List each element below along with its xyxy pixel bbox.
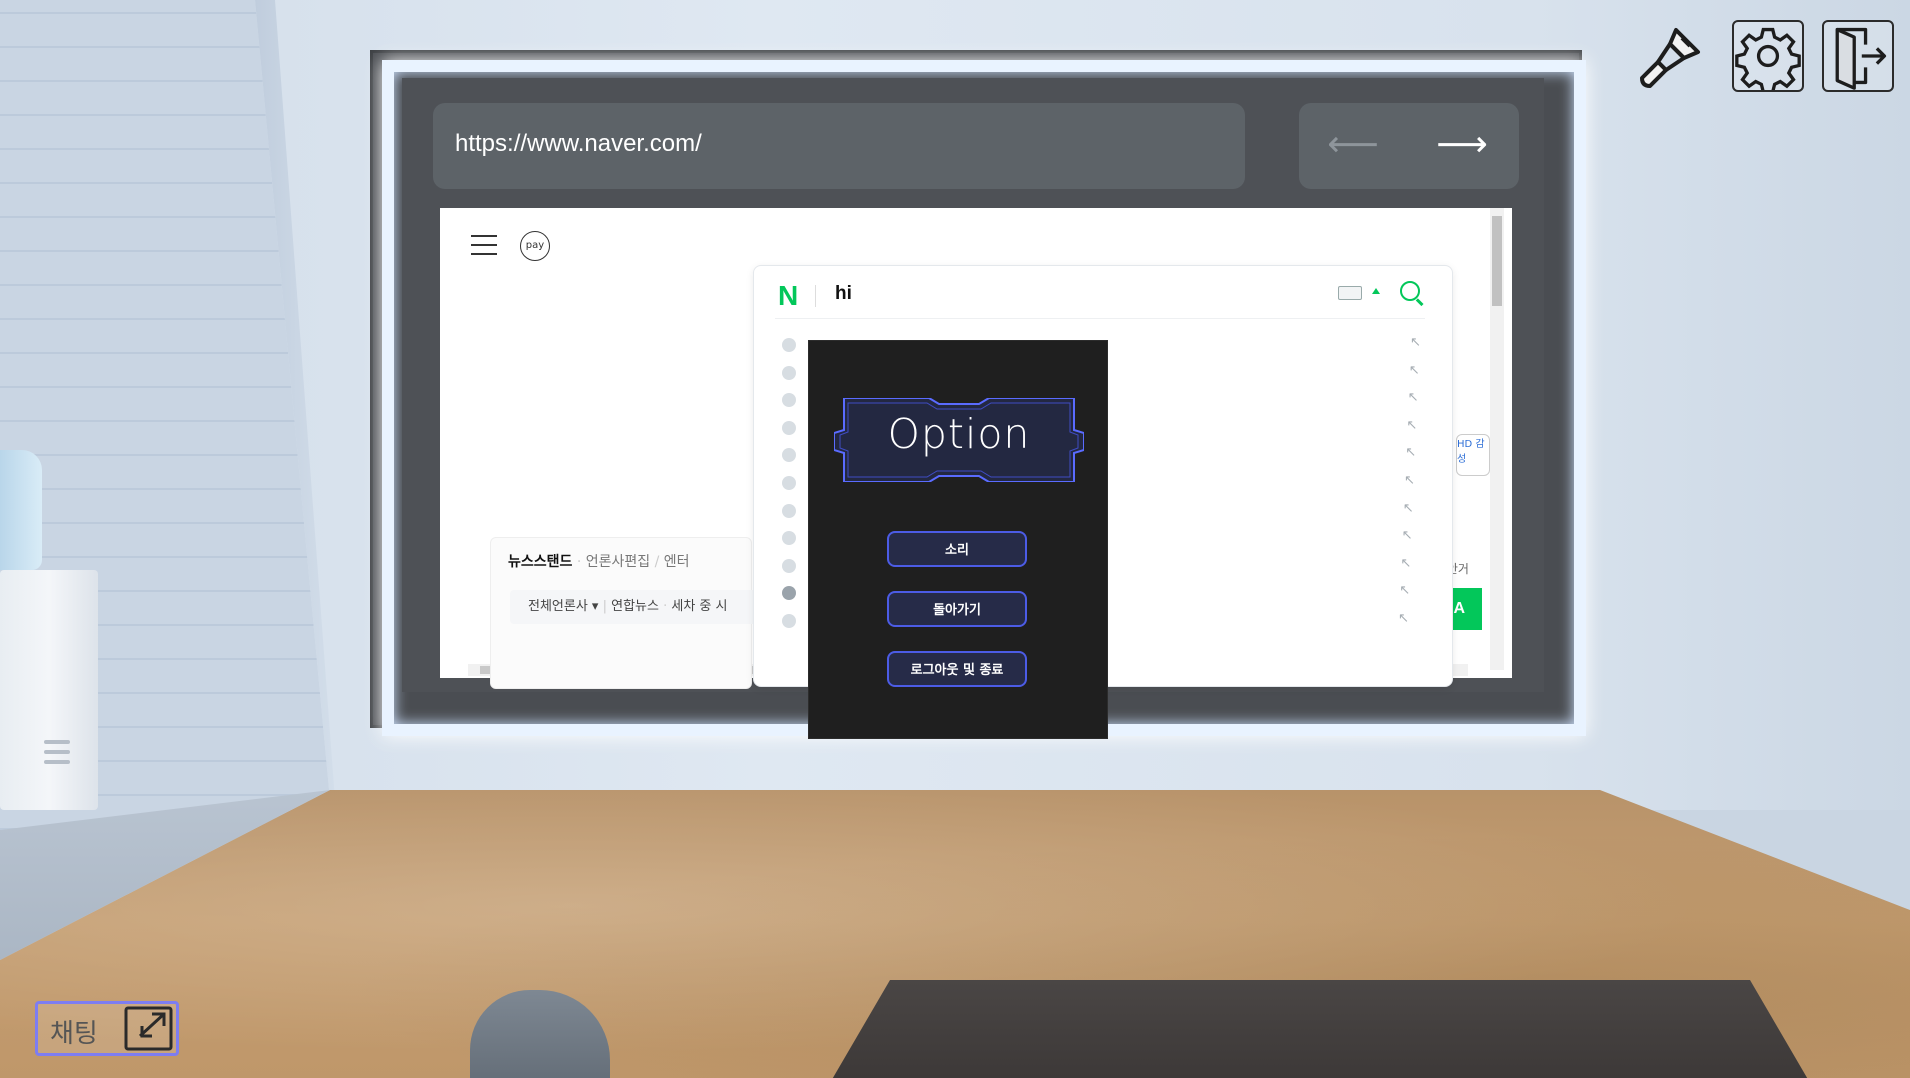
suggestion-search-icon	[782, 614, 796, 628]
gear-icon	[1735, 27, 1801, 94]
suggestion-search-icon	[782, 558, 796, 573]
keyboard-icon[interactable]	[1338, 286, 1362, 300]
caret-up-icon[interactable]	[1372, 288, 1380, 294]
suggestion-search-icon	[782, 420, 796, 435]
cooler-vent	[44, 750, 70, 754]
cooler-vent	[44, 760, 70, 764]
expand-arrow-icon[interactable]	[124, 1006, 173, 1051]
search-input[interactable]: hi	[835, 283, 852, 305]
suggestion-fill-arrow-icon[interactable]: ↖	[1404, 473, 1415, 488]
url-text[interactable]: https://www.naver.com/	[455, 130, 702, 158]
exit-button[interactable]	[1822, 20, 1894, 92]
suggestion-fill-arrow-icon[interactable]: ↖	[1410, 335, 1421, 350]
suggestion-fill-arrow-icon[interactable]: ↖	[1400, 556, 1411, 571]
suggestion-fill-arrow-icon[interactable]: ↖	[1403, 501, 1414, 516]
suggestion-fill-arrow-icon[interactable]: ↖	[1399, 583, 1410, 598]
arrow-left-icon[interactable]: ⟵	[1323, 127, 1383, 163]
back-button[interactable]: 돌아가기	[887, 591, 1027, 627]
news-item[interactable]: 연합뉴스	[611, 599, 659, 614]
suggestion-search-icon	[782, 338, 796, 352]
exit-door-icon	[1835, 27, 1887, 90]
search-separator	[775, 318, 1425, 319]
tab-newsstand[interactable]: 뉴스스탠드	[508, 554, 572, 570]
newsstand-subbar: 전체언론사 ▾ | 연합뉴스 · 세차 중 시	[510, 590, 778, 624]
logout-exit-button[interactable]: 로그아웃 및 종료	[887, 651, 1027, 687]
newsstand-tabs: 뉴스스탠드 · 언론사편집 / 엔터	[508, 554, 690, 570]
search-divider	[815, 285, 816, 307]
suggestion-fill-arrow-icon[interactable]: ↖	[1405, 445, 1416, 460]
suggestion-search-icon	[782, 365, 796, 380]
option-title: Option	[887, 410, 1031, 458]
desk	[820, 980, 1820, 1078]
paint-brush-icon[interactable]	[1636, 20, 1708, 92]
naver-logo: N	[778, 280, 799, 311]
vertical-scroll-thumb[interactable]	[1492, 216, 1502, 306]
arrow-right-icon[interactable]: ⟶	[1432, 127, 1492, 163]
suggestion-fill-arrow-icon[interactable]: ↖	[1409, 363, 1420, 378]
tab-press-edit[interactable]: 언론사편집	[586, 554, 650, 570]
weather-card[interactable]: HD 감성	[1456, 434, 1490, 476]
chat-label[interactable]: 채팅	[50, 1013, 98, 1050]
tab-entertainment[interactable]: 엔터	[664, 554, 690, 570]
sound-button[interactable]: 소리	[887, 531, 1027, 567]
suggestion-fill-arrow-icon[interactable]: ↖	[1402, 528, 1413, 543]
water-cooler	[0, 570, 98, 810]
menu-icon[interactable]	[471, 235, 497, 255]
suggestion-search-icon	[782, 503, 796, 518]
suggestion-fill-arrow-icon[interactable]: ↖	[1398, 611, 1409, 626]
suggestion-search-icon	[782, 476, 796, 490]
pay-button[interactable]: pay	[520, 231, 550, 261]
settings-button[interactable]	[1732, 20, 1804, 94]
press-dropdown[interactable]: 전체언론사 ▾	[528, 599, 598, 614]
suggestion-fill-arrow-icon[interactable]: ↖	[1408, 390, 1419, 405]
water-cooler-bottle	[0, 450, 42, 570]
news-item[interactable]: 세차 중 시	[671, 599, 727, 614]
cooler-vent	[44, 740, 70, 744]
search-icon[interactable]	[1400, 281, 1420, 301]
suggestion-fill-arrow-icon[interactable]: ↖	[1406, 418, 1417, 433]
